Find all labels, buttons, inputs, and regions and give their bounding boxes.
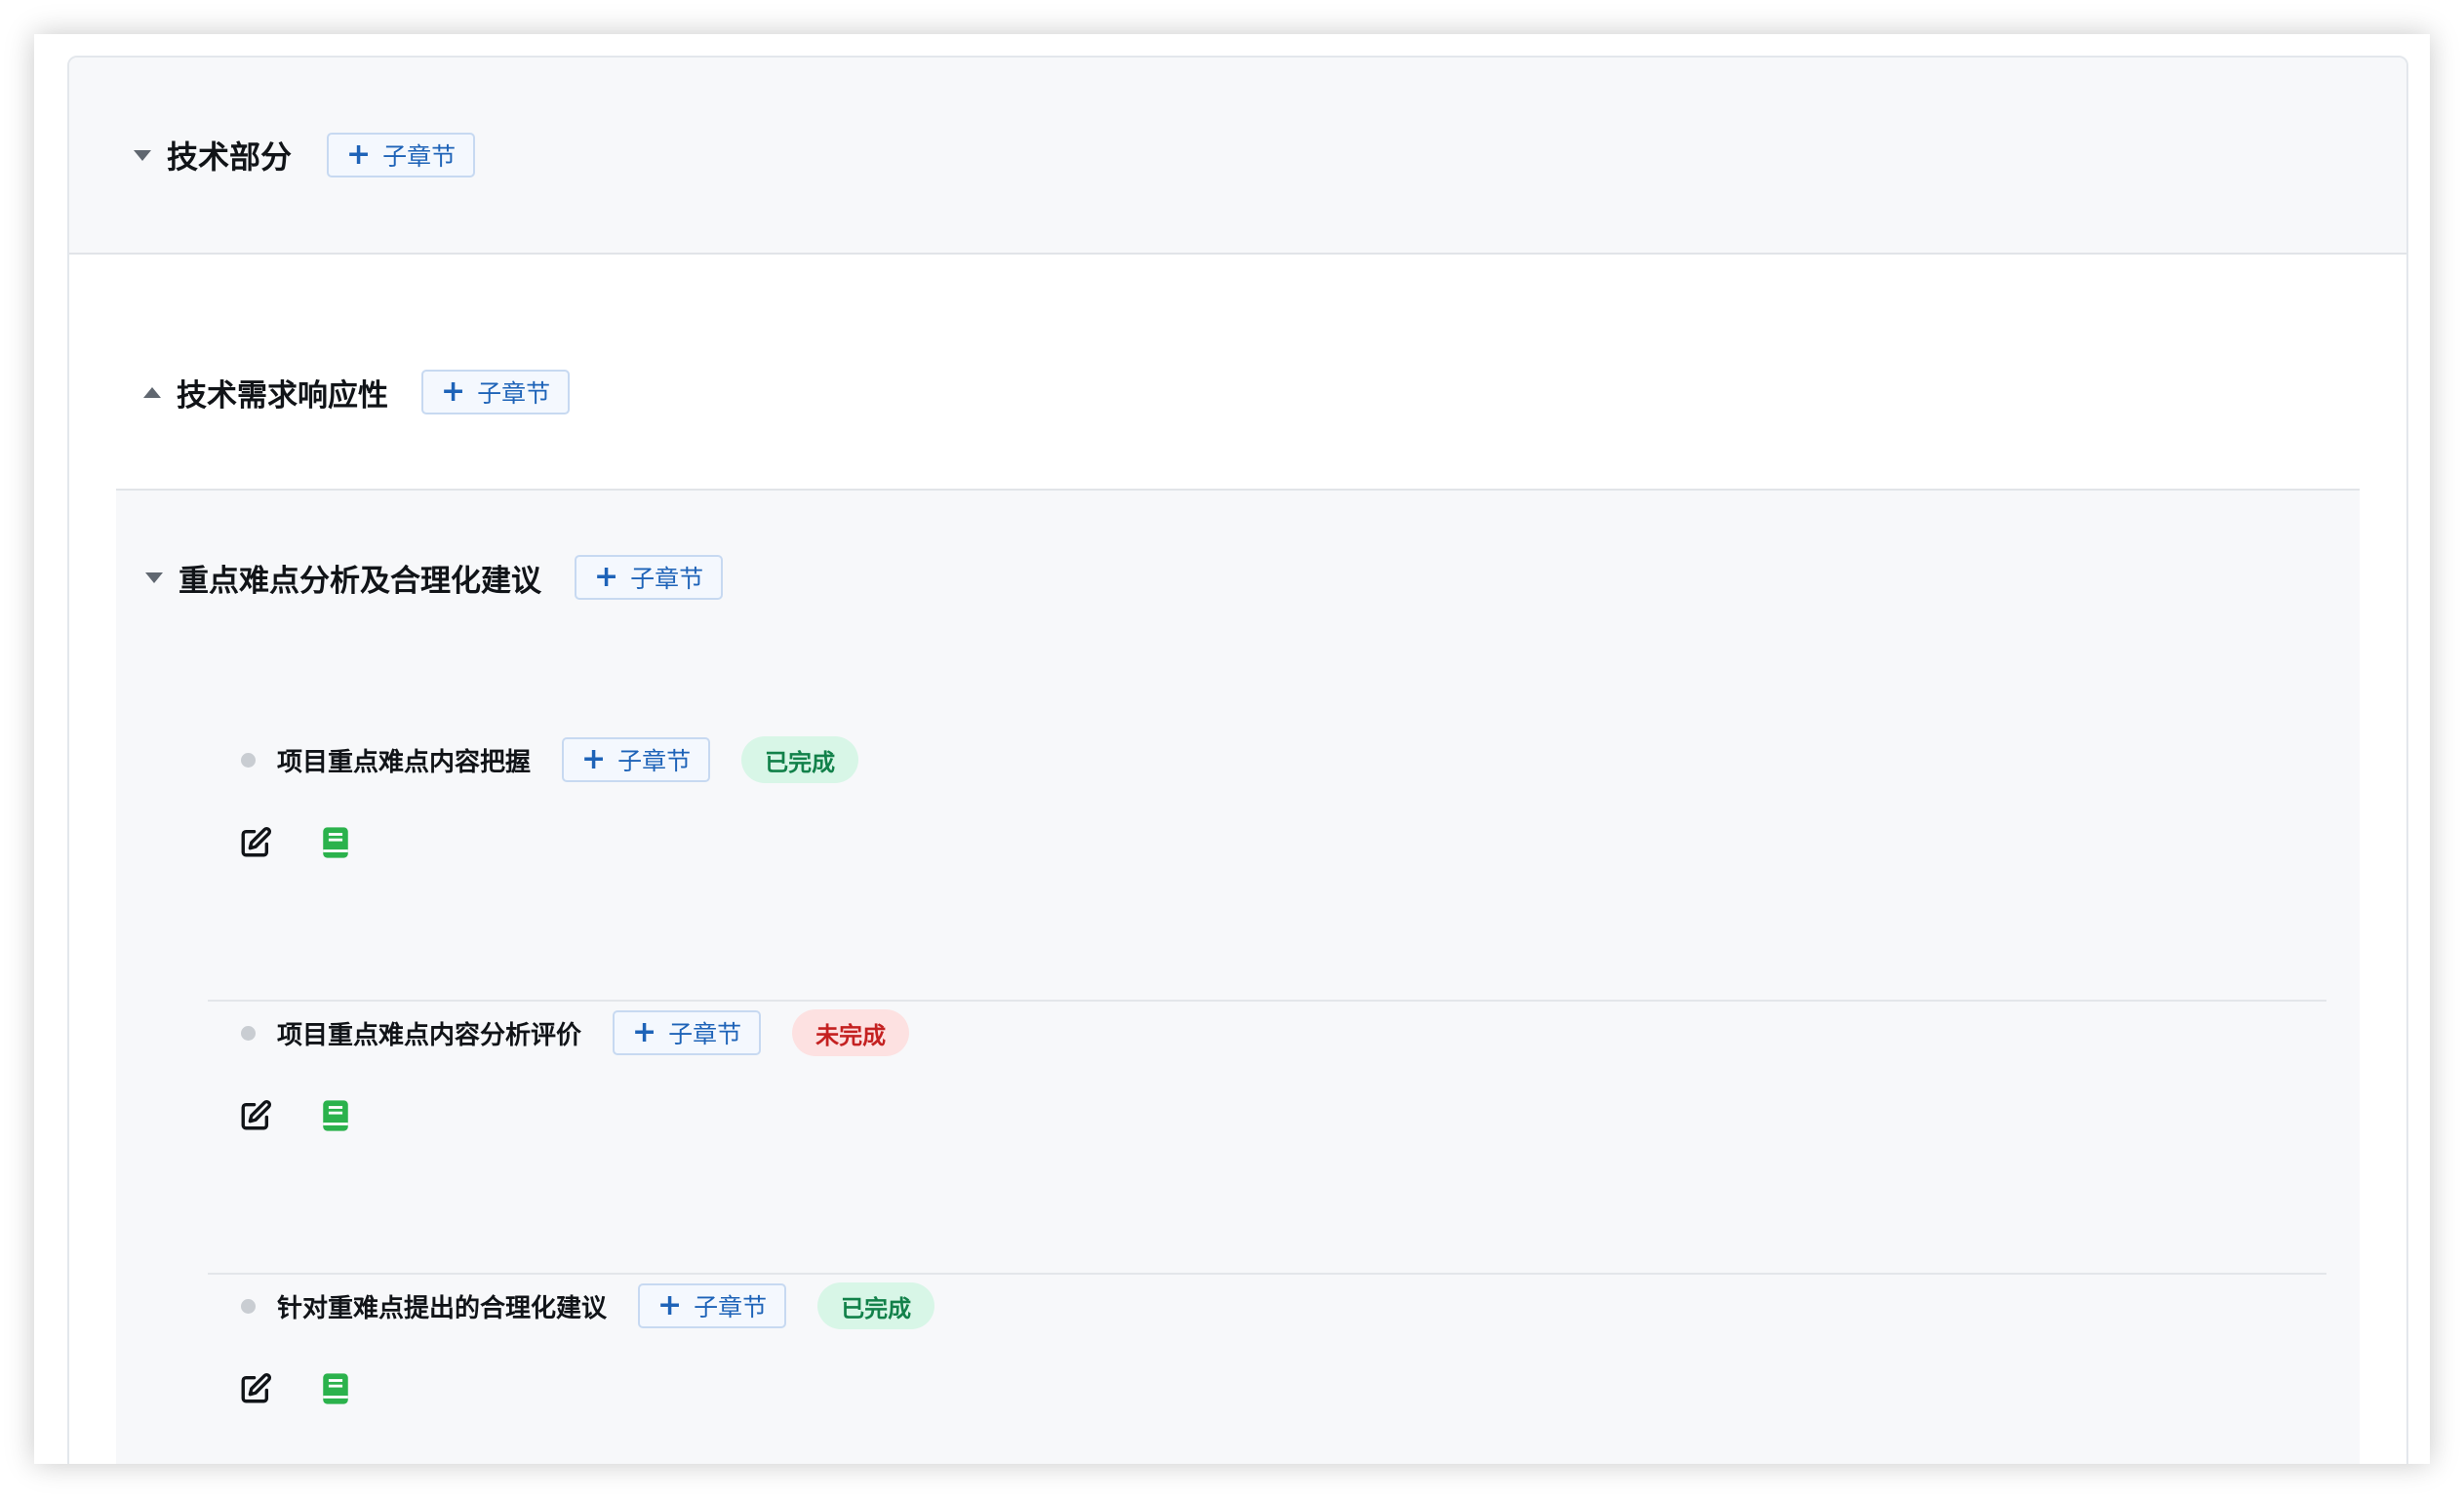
item-title: 针对重难点提出的合理化建议 (277, 1293, 608, 1323)
status-badge: 已完成 (817, 1282, 935, 1329)
plus-icon: + (657, 1288, 683, 1322)
item-actions (237, 824, 397, 861)
edit-icon[interactable] (237, 1097, 274, 1134)
plus-icon: + (441, 374, 466, 409)
add-subchapter-label: 子章节 (694, 1293, 768, 1321)
add-subchapter-label: 子章节 (630, 565, 704, 593)
add-subchapter-label: 子章节 (668, 1020, 742, 1048)
book-icon[interactable] (317, 1370, 354, 1407)
app-window: 技术部分 + 子章节 技术需求响应性 + 子章节 重点难点分析及合理化建议 + … (34, 34, 2430, 1464)
section-row-tech-response: 技术需求响应性 + 子章节 (143, 370, 571, 414)
list-item: 项目重点难点内容把握 + 子章节 已完成 (241, 736, 859, 783)
add-subchapter-button[interactable]: + 子章节 (575, 555, 724, 600)
add-subchapter-button[interactable]: + 子章节 (638, 1283, 787, 1328)
add-subchapter-button[interactable]: + 子章节 (562, 737, 711, 782)
root-chapter-row: 技术部分 + 子章节 (134, 133, 476, 177)
item-title: 项目重点难点内容把握 (277, 747, 532, 777)
bullet-dot (241, 1298, 256, 1314)
chapter-panel: 技术部分 + 子章节 技术需求响应性 + 子章节 重点难点分析及合理化建议 + … (67, 56, 2408, 1464)
bullet-dot (241, 752, 256, 768)
book-icon[interactable] (317, 824, 354, 861)
caret-up-icon[interactable] (143, 386, 161, 398)
add-subchapter-label: 子章节 (382, 142, 457, 171)
item-actions (237, 1097, 397, 1134)
plus-icon: + (632, 1015, 657, 1049)
root-chapter-header: 技术部分 + 子章节 (69, 58, 2406, 255)
edit-icon[interactable] (237, 824, 274, 861)
list-item: 针对重难点提出的合理化建议 + 子章节 已完成 (241, 1282, 935, 1329)
root-chapter-title: 技术部分 (167, 138, 293, 176)
section-title: 技术需求响应性 (177, 377, 388, 414)
add-subchapter-button[interactable]: + 子章节 (613, 1010, 762, 1055)
add-subchapter-label: 子章节 (617, 747, 692, 775)
divider (208, 1273, 2326, 1275)
section-title: 重点难点分析及合理化建议 (179, 563, 541, 599)
item-title: 项目重点难点内容分析评价 (277, 1020, 582, 1050)
section-key-difficulties: 重点难点分析及合理化建议 + 子章节 项目重点难点内容把握 + 子章节 已完成 (116, 489, 2360, 1464)
item-actions (237, 1370, 397, 1407)
add-subchapter-button[interactable]: + 子章节 (421, 370, 571, 414)
list-item: 项目重点难点内容分析评价 + 子章节 未完成 (241, 1009, 910, 1056)
plus-icon: + (594, 560, 619, 594)
plus-icon: + (581, 742, 607, 776)
caret-down-icon[interactable] (134, 149, 151, 161)
section-row-key-difficulties: 重点难点分析及合理化建议 + 子章节 (145, 555, 724, 600)
add-subchapter-button[interactable]: + 子章节 (327, 133, 476, 177)
status-badge: 已完成 (741, 736, 859, 783)
add-subchapter-label: 子章节 (477, 379, 551, 408)
divider (208, 1000, 2326, 1002)
status-badge: 未完成 (792, 1009, 910, 1056)
plus-icon: + (346, 138, 372, 172)
caret-down-icon[interactable] (145, 572, 163, 583)
bullet-dot (241, 1025, 256, 1041)
edit-icon[interactable] (237, 1370, 274, 1407)
book-icon[interactable] (317, 1097, 354, 1134)
